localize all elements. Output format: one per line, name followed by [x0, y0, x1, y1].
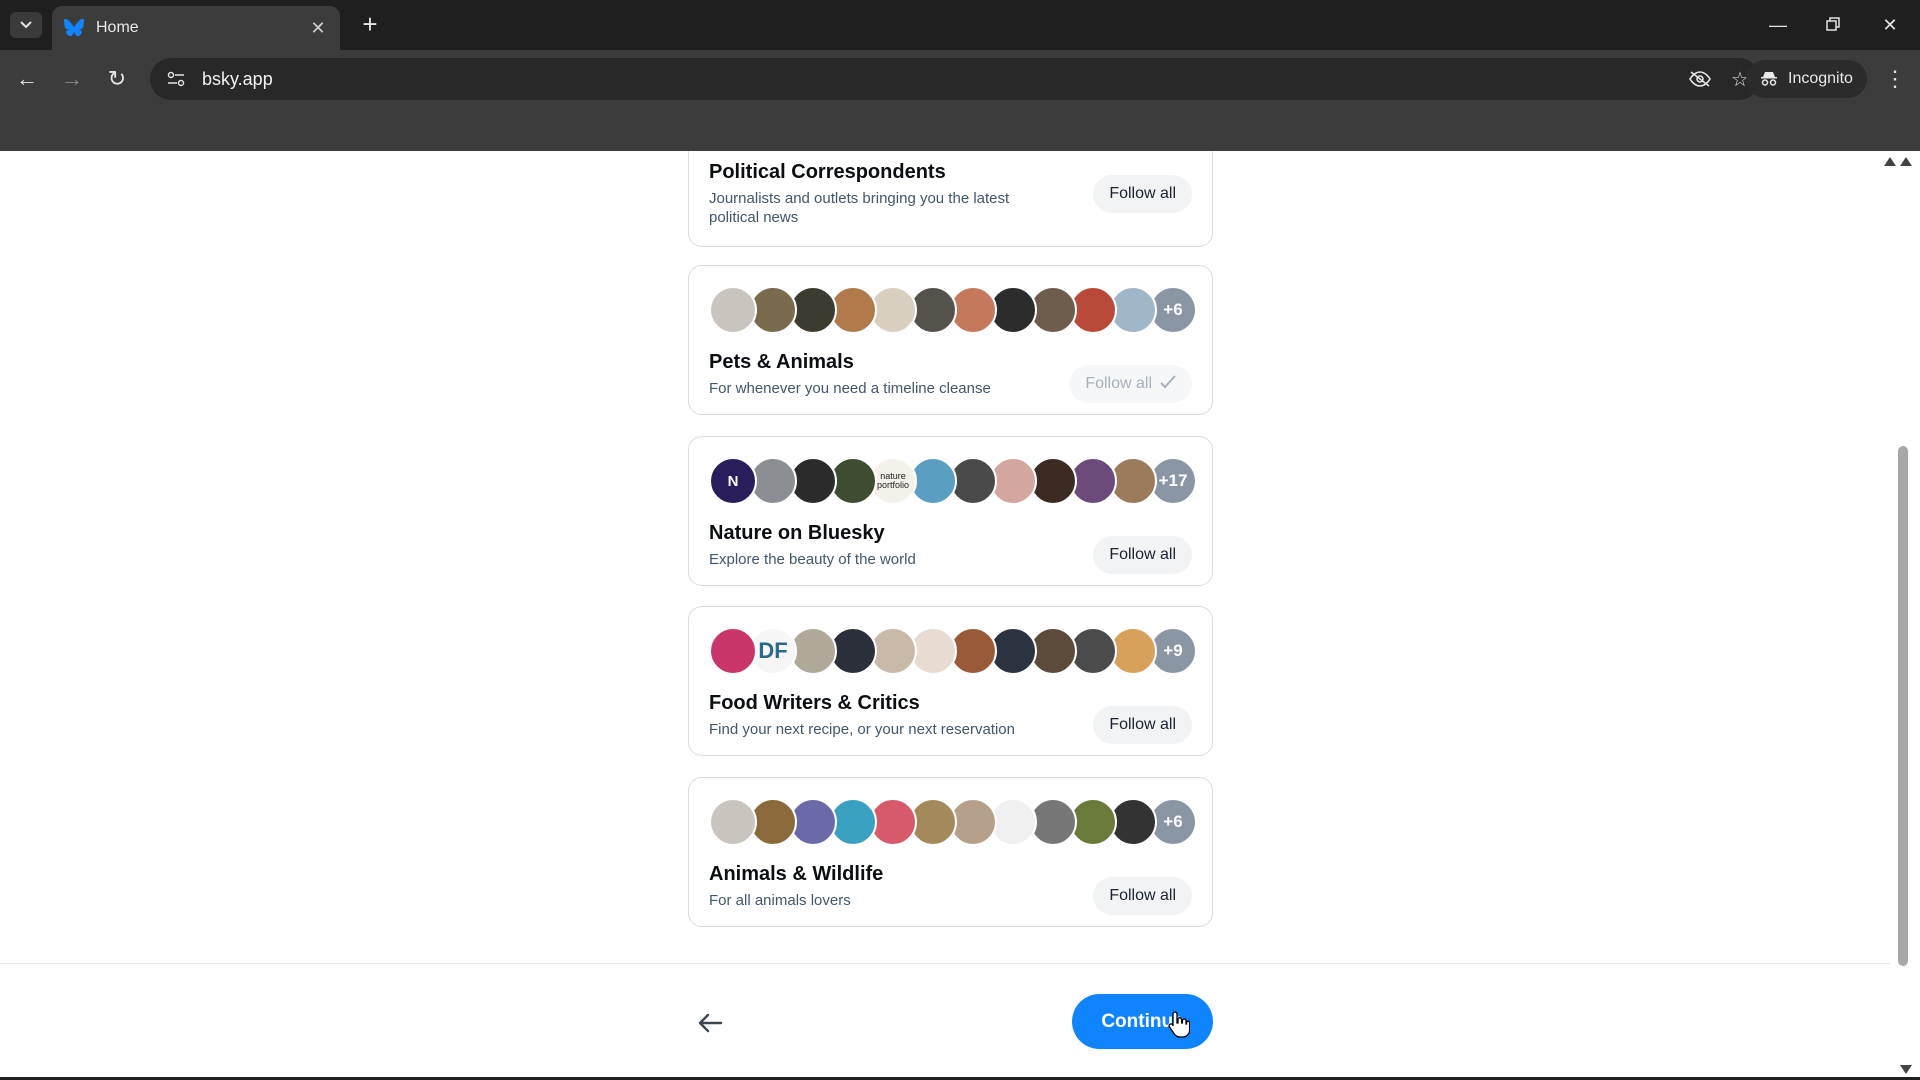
back-button[interactable]: [690, 1003, 730, 1043]
follow-all-button[interactable]: Follow all: [1069, 365, 1192, 403]
list-description: Explore the beauty of the world: [709, 551, 916, 568]
page-viewport: Political Correspondents Journalists and …: [0, 151, 1920, 1080]
new-tab-button[interactable]: +: [355, 10, 385, 40]
avatar-row: Nnature portfolio +17: [709, 457, 1197, 505]
avatar-row: +6: [709, 286, 1197, 334]
list-title: Nature on Bluesky: [709, 522, 885, 544]
eye-off-icon[interactable]: [1680, 58, 1720, 100]
list-description: For all animals lovers: [709, 892, 851, 909]
list-description: For whenever you need a timeline cleanse: [709, 380, 991, 397]
arrow-left-icon: [698, 1013, 723, 1033]
avatar-row: +6: [709, 798, 1197, 846]
site-info-icon[interactable]: [156, 58, 196, 100]
chevron-down-icon: [20, 21, 32, 29]
list-title: Political Correspondents: [709, 161, 946, 183]
avatar: N: [709, 457, 757, 505]
more-menu-icon[interactable]: ⋮: [1880, 62, 1910, 96]
browser-tabstrip: Home ✕ + — ✕: [0, 0, 1920, 50]
forward-icon[interactable]: →: [55, 62, 89, 96]
list-description: Find your next recipe, or your next rese…: [709, 721, 1015, 738]
list-description: Journalists and outlets bringing you the…: [709, 190, 1010, 226]
avatar: [709, 798, 757, 846]
avatar: [709, 286, 757, 334]
starter-pack-card: Nnature portfolio +17 Nature on Bluesky Exp…: [688, 436, 1213, 586]
address-bar[interactable]: bsky.app ☆: [150, 58, 1760, 100]
list-title: Animals & Wildlife: [709, 863, 884, 885]
follow-all-button[interactable]: Follow all: [1093, 536, 1192, 574]
follow-all-label: Follow all: [1109, 546, 1176, 563]
follow-all-label: Follow all: [1109, 185, 1176, 202]
scrollbar-thumb[interactable]: [1898, 446, 1908, 966]
avatar: [709, 627, 757, 675]
avatar-row: DF +9: [709, 627, 1197, 675]
follow-all-button[interactable]: Follow all: [1093, 706, 1192, 744]
follow-all-label: Follow all: [1109, 887, 1176, 904]
butterfly-icon: [64, 18, 84, 38]
browser-tab-home[interactable]: Home ✕: [52, 6, 340, 50]
list-title: Food Writers & Critics: [709, 692, 920, 714]
back-icon[interactable]: ←: [10, 62, 44, 96]
continue-button[interactable]: Continue: [1072, 994, 1213, 1049]
tab-title: Home: [96, 19, 139, 36]
incognito-indicator[interactable]: Incognito: [1746, 60, 1867, 98]
close-tab-icon[interactable]: ✕: [308, 18, 328, 39]
starter-pack-card: +6 Animals & Wildlife For all animals love…: [688, 777, 1213, 927]
list-title: Pets & Animals: [709, 351, 854, 373]
follow-all-label: Follow all: [1109, 716, 1176, 733]
hand-cursor-icon: [1168, 1011, 1190, 1038]
reload-icon[interactable]: ↻: [100, 62, 134, 96]
page-scrollbar[interactable]: [1884, 151, 1920, 1080]
incognito-icon: [1761, 72, 1777, 86]
scroll-down-icon[interactable]: [1900, 1065, 1912, 1074]
follow-all-button[interactable]: Follow all: [1093, 175, 1192, 213]
starter-pack-card: Political Correspondents Journalists and …: [688, 151, 1213, 247]
minimize-icon[interactable]: —: [1758, 10, 1798, 40]
tab-search-button[interactable]: [10, 12, 42, 38]
check-icon: [1160, 374, 1176, 394]
browser-toolbar: ← → ↻ bsky.app ☆ Incognito ⋮: [0, 50, 1920, 108]
follow-all-button[interactable]: Follow all: [1093, 877, 1192, 915]
starter-pack-card: DF +9 Food Writers & Critics Find your next…: [688, 606, 1213, 756]
scroll-up-icon[interactable]: [1884, 157, 1896, 166]
incognito-label: Incognito: [1788, 70, 1853, 87]
starter-pack-card: +6 Pets & Animals For whenever you need a …: [688, 265, 1213, 415]
restore-icon[interactable]: [1813, 10, 1853, 40]
url-text: bsky.app: [202, 68, 273, 89]
browser-chrome-gap: [0, 108, 1920, 151]
close-window-icon[interactable]: ✕: [1870, 10, 1910, 40]
scroll-up-icon-secondary[interactable]: [1900, 157, 1912, 166]
footer-divider: [0, 963, 1890, 964]
follow-all-label: Follow all: [1085, 375, 1152, 392]
